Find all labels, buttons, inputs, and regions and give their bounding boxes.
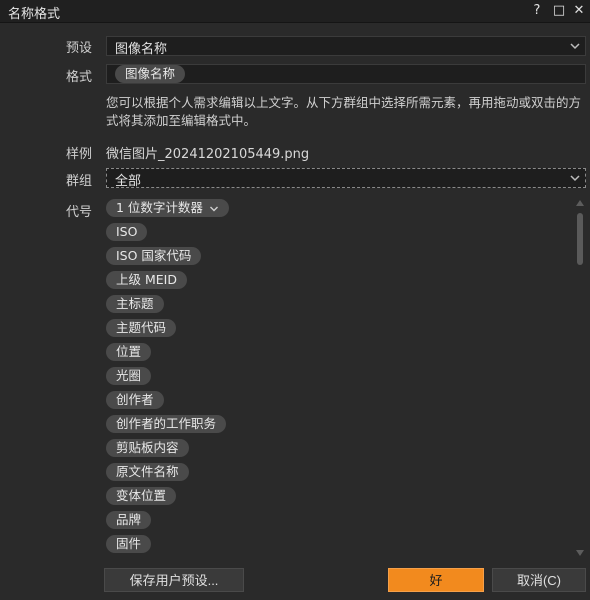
- maximize-icon[interactable]: □: [550, 2, 568, 20]
- code-token[interactable]: ISO: [106, 223, 148, 241]
- preset-value: 图像名称: [115, 42, 168, 57]
- chevron-down-icon[interactable]: [209, 204, 219, 214]
- code-token[interactable]: 光圈: [106, 367, 152, 385]
- code-token[interactable]: 位置: [106, 343, 152, 361]
- scroll-down-icon[interactable]: [576, 549, 584, 557]
- code-token[interactable]: 剪贴板内容: [106, 439, 189, 457]
- save-user-preset-button[interactable]: 保存用户预设...: [104, 568, 244, 592]
- window-title: 名称格式: [8, 7, 61, 22]
- group-dropdown[interactable]: 全部: [106, 168, 586, 189]
- sample-label: 样例: [66, 147, 93, 162]
- chevron-down-icon: [570, 175, 580, 182]
- sample-value: 微信图片_20241202105449.png: [106, 147, 310, 162]
- code-token[interactable]: ISO 国家代码: [106, 247, 202, 265]
- code-token[interactable]: 变体位置: [106, 487, 177, 505]
- cancel-button[interactable]: 取消(C): [492, 568, 586, 592]
- code-token[interactable]: 原文件名称: [106, 463, 189, 481]
- instructions-text: 您可以根据个人需求编辑以上文字。从下方群组中选择所需元素，再用拖动或双击的方式将…: [106, 95, 582, 128]
- code-token[interactable]: 主题代码: [106, 319, 177, 337]
- format-label: 格式: [66, 70, 93, 85]
- preset-label: 预设: [66, 41, 93, 56]
- code-list-scrollbar[interactable]: [574, 199, 586, 559]
- code-token[interactable]: 主标题: [106, 295, 164, 313]
- code-token[interactable]: 上级 MEID: [106, 271, 187, 289]
- ok-button[interactable]: 好: [388, 568, 484, 592]
- title-bar: 名称格式 ? □ ✕: [0, 0, 590, 23]
- format-token[interactable]: 图像名称: [115, 65, 186, 83]
- chevron-down-icon: [570, 43, 580, 50]
- code-token[interactable]: 固件: [106, 535, 152, 553]
- scroll-up-icon[interactable]: [576, 199, 584, 207]
- codes-label: 代号: [66, 205, 93, 220]
- help-icon[interactable]: ?: [528, 2, 546, 20]
- code-token[interactable]: 1 位数字计数器: [106, 199, 229, 217]
- code-token-list: 1 位数字计数器 ISO ISO 国家代码 上级 MEID 主标题 主题代码 位…: [106, 199, 572, 559]
- group-value: 全部: [115, 174, 142, 189]
- code-token[interactable]: 创作者: [106, 391, 164, 409]
- group-label: 群组: [66, 174, 93, 189]
- format-editor[interactable]: 图像名称: [106, 64, 586, 84]
- code-token[interactable]: 创作者的工作职务: [106, 415, 227, 433]
- preset-dropdown[interactable]: 图像名称: [106, 36, 586, 57]
- scrollbar-thumb[interactable]: [577, 213, 583, 265]
- code-token[interactable]: 品牌: [106, 511, 152, 529]
- close-icon[interactable]: ✕: [570, 2, 588, 20]
